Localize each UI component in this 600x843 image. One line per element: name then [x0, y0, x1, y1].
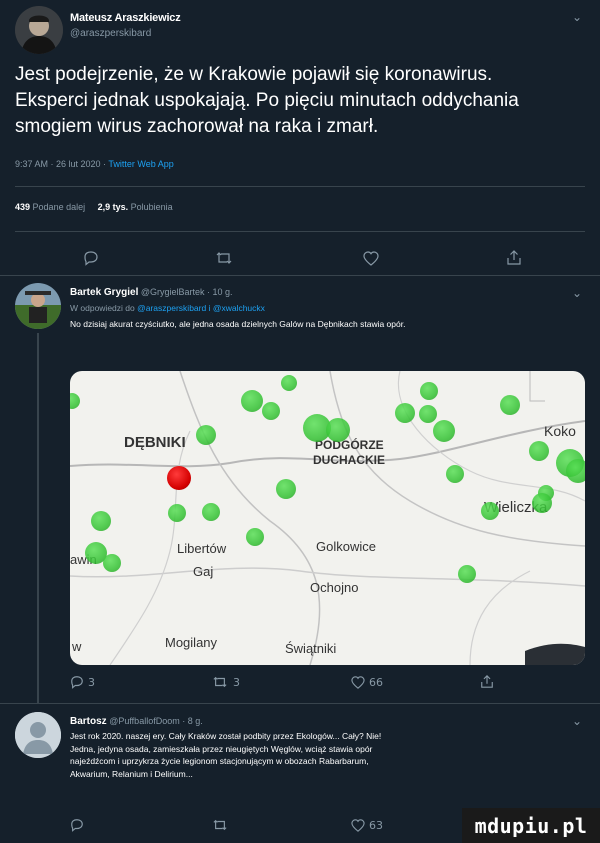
- author-name[interactable]: Mateusz Araszkiewicz: [70, 12, 181, 24]
- reply-avatar[interactable]: [15, 283, 61, 329]
- share-icon[interactable]: [506, 249, 522, 266]
- reply-text-line: Akwarium, Relanium i Delirium...: [70, 768, 193, 779]
- retweet-icon[interactable]: [212, 818, 228, 832]
- retweets-count[interactable]: 439: [15, 202, 30, 212]
- reply-avatar[interactable]: [15, 712, 61, 758]
- map-label: Świątniki: [285, 641, 337, 656]
- tweet-text-line: Jest podejrzenie, że w Krakowie pojawił …: [15, 64, 493, 85]
- reply-text-line: najeźdźcom i uprzykrza życie legionom st…: [70, 756, 369, 766]
- map-sensor-dot: [566, 459, 585, 483]
- reply-text: Jest rok 2020. naszej ery. Cały Kraków z…: [70, 730, 590, 780]
- reply-author-meta[interactable]: @PuffballofDoom · 8 g.: [109, 716, 203, 726]
- map-label: Mogilany: [165, 635, 218, 650]
- map-sensor-dot: [276, 479, 296, 499]
- likes-count[interactable]: 2,9 tys.: [98, 202, 129, 212]
- map-sensor-dot: [103, 554, 121, 572]
- map-sensor-dot: [446, 465, 464, 483]
- map-roads: [70, 371, 585, 665]
- reply-icon[interactable]: [83, 250, 99, 266]
- reply-text: No dzisiaj akurat czyściutko, ale jedna …: [70, 319, 406, 329]
- map-sensor-dot: [500, 395, 520, 415]
- map-sensor-dot: [202, 503, 220, 521]
- like-count[interactable]: 66: [369, 676, 383, 689]
- chevron-down-icon[interactable]: ⌄: [572, 286, 582, 300]
- replying-to: W odpowiedzi do @araszperskibard i @xwal…: [70, 303, 265, 313]
- replying-prefix: W odpowiedzi do: [70, 303, 135, 313]
- reply-header: Bartosz @PuffballofDoom · 8 g.: [70, 716, 203, 727]
- retweets-label[interactable]: Podane dalej: [33, 202, 86, 212]
- map-sensor-dot: [529, 441, 549, 461]
- share-icon[interactable]: [480, 674, 494, 689]
- map-label: Gaj: [193, 564, 214, 579]
- map-sensor-dot: [458, 565, 476, 583]
- reply-text-line: Jedna, jedyna osada, zamieszkała przez n…: [70, 743, 373, 754]
- author-handle[interactable]: @araszperskibard: [70, 28, 151, 39]
- replying-handles[interactable]: @araszperskibard i @xwalchuckx: [137, 303, 265, 313]
- map-label: DĘBNIKI: [124, 434, 186, 451]
- author-avatar[interactable]: [15, 6, 63, 54]
- chevron-down-icon[interactable]: ⌄: [572, 10, 582, 24]
- reply-author-name[interactable]: Bartek Grygiel: [70, 287, 138, 298]
- tweet-text-line: Eksperci jednak uspokajają. Po pięciu mi…: [15, 90, 519, 111]
- map-sensor-dot: [246, 528, 264, 546]
- reply-thread-line: [37, 333, 39, 703]
- divider: [15, 186, 585, 187]
- map-sensor-dot: [395, 403, 415, 423]
- map-label: Koko: [544, 423, 576, 439]
- map-image[interactable]: DĘBNIKI PODGÓRZE DUCHACKIE Koko Wieliczk…: [70, 371, 585, 665]
- map-sensor-dot-red: [167, 466, 191, 490]
- reply-count[interactable]: 3: [88, 676, 95, 689]
- map-sensor-dot: [419, 405, 437, 423]
- heart-icon[interactable]: [363, 251, 379, 266]
- tweet-text-line: smogiem wirus zachorował na raka i zmarł…: [15, 116, 379, 137]
- map-sensor-dot: [326, 418, 350, 442]
- map-label: Golkowice: [316, 539, 376, 554]
- heart-icon[interactable]: [351, 819, 365, 832]
- watermark-text: mdupiu.pl: [474, 813, 588, 838]
- map-sensor-dot: [532, 493, 552, 513]
- map-label: Ochojno: [310, 580, 359, 595]
- map-sensor-dot: [241, 390, 263, 412]
- map-sensor-dot: [433, 420, 455, 442]
- reply-author-meta[interactable]: @GrygielBartek · 10 g.: [141, 287, 233, 297]
- map-label: PODGÓRZE: [315, 438, 384, 452]
- tweet-timestamp[interactable]: 9:37 AM · 26 lut 2020 ·: [15, 159, 106, 169]
- map-sensor-dot: [281, 375, 297, 391]
- likes-label[interactable]: Polubienia: [131, 202, 173, 212]
- reply-icon[interactable]: [70, 675, 84, 689]
- heart-icon[interactable]: [351, 676, 365, 689]
- map-sensor-dot: [168, 504, 186, 522]
- tweet-source-app[interactable]: Twitter Web App: [108, 159, 173, 169]
- retweet-icon[interactable]: [215, 250, 233, 266]
- map-sensor-dot: [91, 511, 111, 531]
- map-label: Libertów: [177, 541, 227, 556]
- retweet-icon[interactable]: [212, 675, 228, 689]
- like-count[interactable]: 63: [369, 819, 383, 832]
- tweet-text: Jest podejrzenie, że w Krakowie pojawił …: [15, 62, 519, 140]
- map-sensor-dot: [196, 425, 216, 445]
- map-sensor-dot: [262, 402, 280, 420]
- map-sensor-dot: [481, 502, 499, 520]
- retweet-count[interactable]: 3: [233, 676, 240, 689]
- divider: [15, 231, 585, 232]
- divider: [0, 275, 600, 276]
- map-sensor-dot: [420, 382, 438, 400]
- reply-header: Bartek Grygiel @GrygielBartek · 10 g.: [70, 287, 233, 298]
- watermark: mdupiu.pl: [462, 808, 600, 843]
- chevron-down-icon[interactable]: ⌄: [572, 714, 582, 728]
- map-label: DUCHACKIE: [313, 453, 385, 467]
- reply-icon[interactable]: [70, 818, 84, 832]
- tweet-stats: 439 Podane dalej 2,9 tys. Polubienia: [15, 202, 173, 212]
- reply-text-line: Jest rok 2020. naszej ery. Cały Kraków z…: [70, 731, 382, 741]
- divider: [0, 703, 600, 704]
- reply-author-name[interactable]: Bartosz: [70, 716, 107, 727]
- map-label: w: [72, 639, 82, 654]
- tweet-meta: 9:37 AM · 26 lut 2020 · Twitter Web App: [15, 159, 174, 169]
